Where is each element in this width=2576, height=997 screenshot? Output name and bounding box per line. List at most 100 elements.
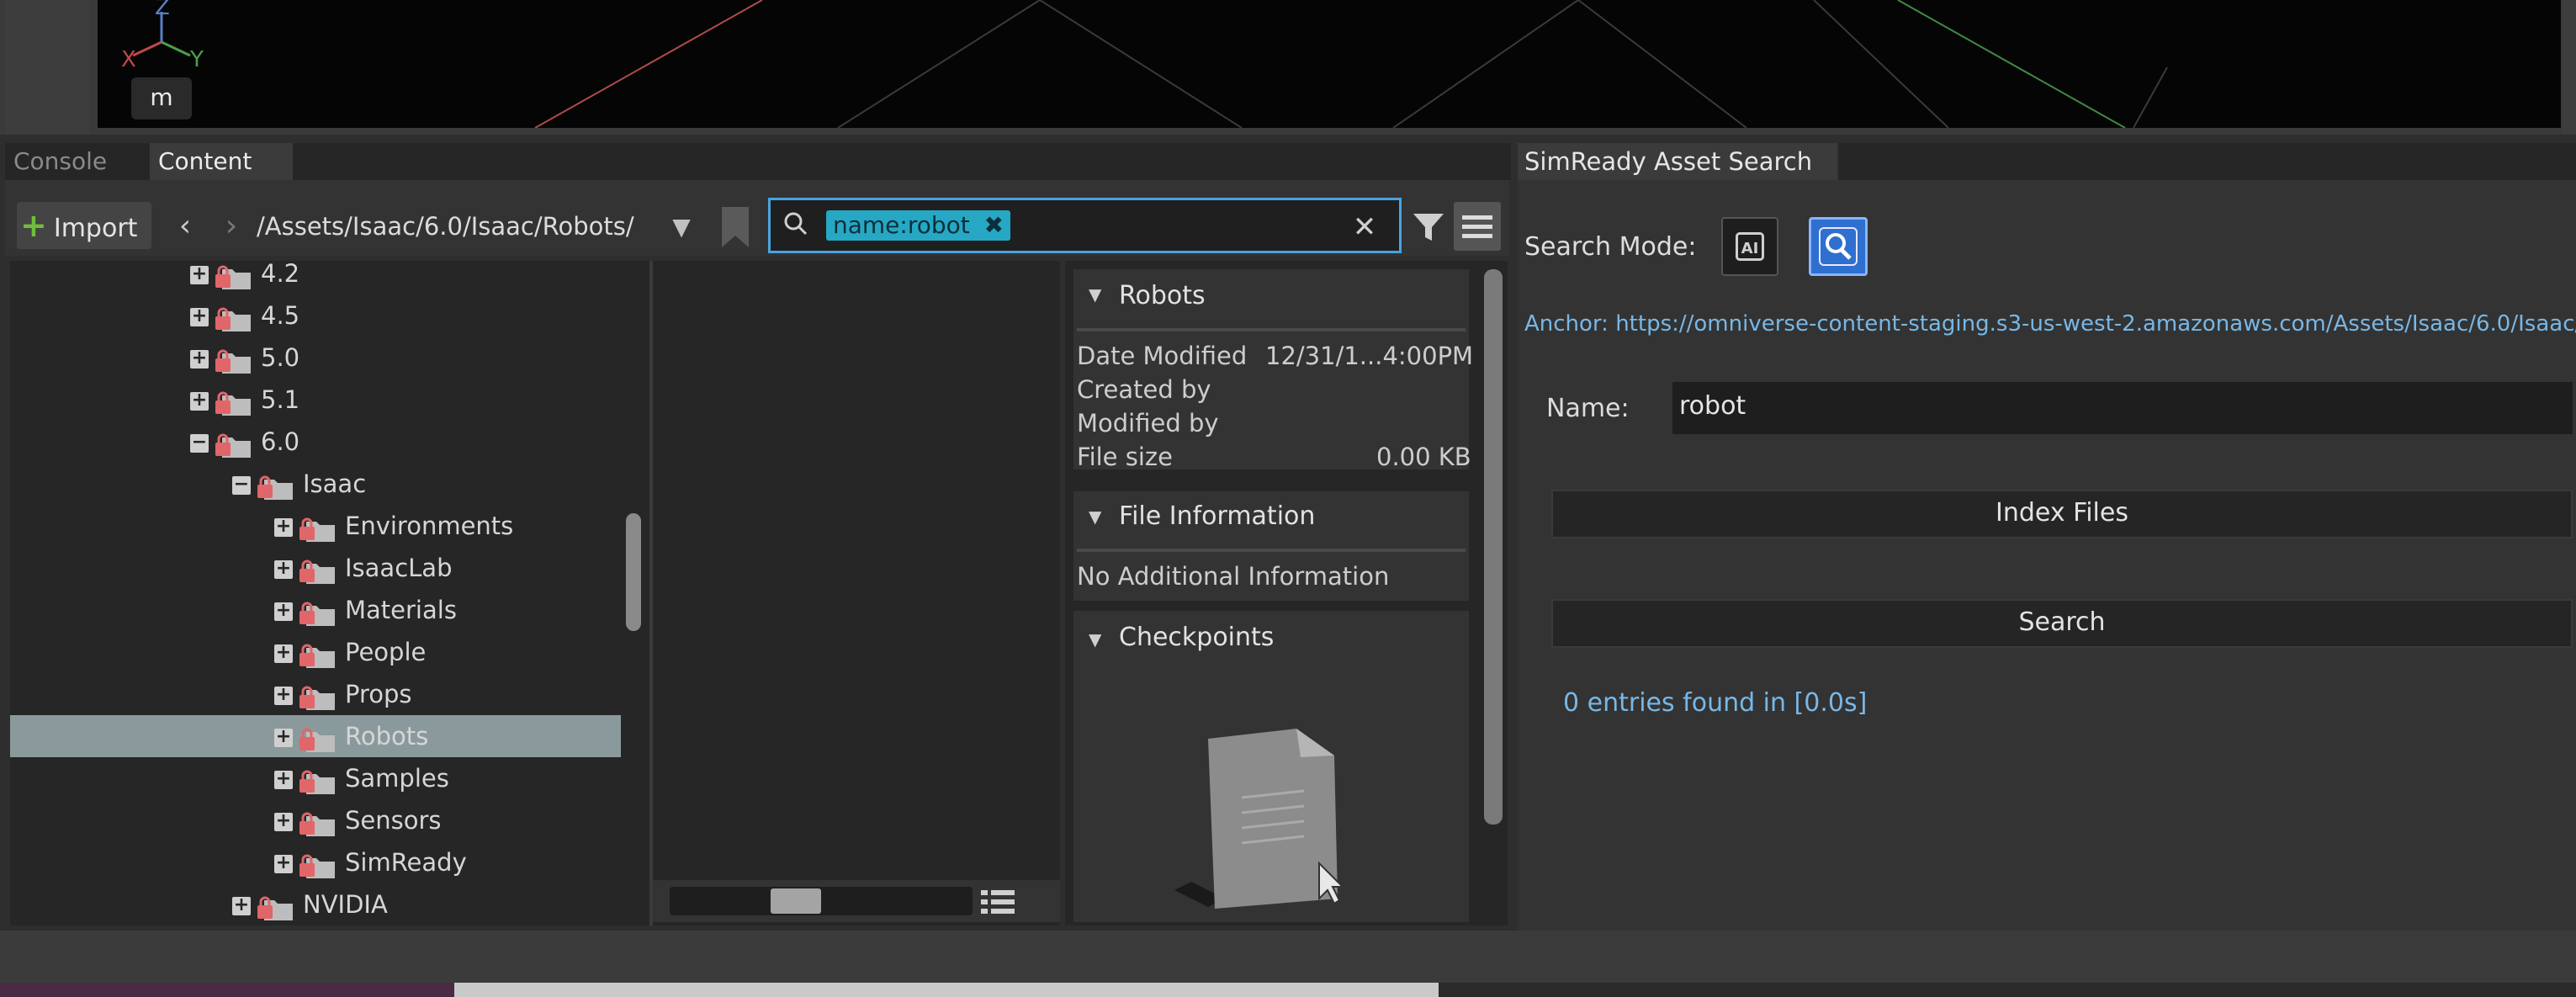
expand-icon[interactable]: + (274, 559, 293, 579)
tree-row[interactable]: + Materials (10, 589, 621, 631)
back-arrow-icon[interactable]: ‹ (168, 205, 202, 247)
desktop-background (0, 983, 454, 997)
expand-icon[interactable]: + (190, 349, 209, 369)
modified-by-label: Modified by (1077, 409, 1219, 438)
search-icon (1819, 227, 1858, 266)
locked-folder-icon (298, 682, 337, 710)
tree-row[interactable]: − 6.0 (10, 421, 621, 463)
chevron-down-icon[interactable]: ▼ (665, 210, 698, 244)
locked-folder-icon (256, 893, 294, 920)
viewport-3d[interactable] (98, 0, 2561, 128)
zoom-slider-track[interactable] (670, 887, 973, 915)
tree-row[interactable]: + People (10, 631, 621, 673)
tree-row-label: Props (345, 680, 412, 708)
tab-simready-asset-search[interactable]: SimReady Asset Search (1518, 143, 1837, 180)
search-button[interactable]: Search (1551, 599, 2573, 648)
tree-row-label: 4.5 (261, 301, 300, 330)
expand-icon[interactable]: + (232, 896, 251, 915)
locked-folder-icon (214, 304, 252, 331)
forward-arrow-icon[interactable]: › (215, 205, 248, 247)
import-button[interactable]: + Import (17, 202, 151, 249)
list-view-icon[interactable] (978, 885, 1018, 919)
index-files-button[interactable]: Index Files (1551, 490, 2573, 538)
expand-icon[interactable]: + (190, 265, 209, 284)
tree-row[interactable]: +4.5 (10, 294, 621, 337)
expand-icon[interactable]: + (274, 686, 293, 705)
tree-row[interactable]: − Isaac (10, 463, 621, 505)
tree-row[interactable]: + Sensors (10, 799, 621, 841)
tab-content[interactable]: Content (150, 143, 293, 180)
date-modified-label: Date Modified (1077, 342, 1248, 370)
tree-scrollbar[interactable] (626, 513, 641, 631)
tree-row[interactable]: +5.1 (10, 379, 621, 421)
locked-folder-icon (298, 809, 337, 836)
ai-mode-button[interactable]: AI (1721, 217, 1778, 276)
collapse-icon[interactable]: − (232, 475, 251, 495)
locked-folder-icon (298, 514, 337, 542)
section-divider (1077, 549, 1466, 552)
tree-row-label: 5.1 (261, 385, 300, 414)
folder-tree-rows: +4.2 +4.5 +5.0 +5.1−6.0− Isaac + Environments +… (10, 252, 621, 925)
expand-icon[interactable]: + (274, 602, 293, 621)
tree-row[interactable]: + Robots (10, 715, 621, 757)
desktop-background-dark (1439, 983, 2576, 997)
keyword-search-mode-button[interactable] (1809, 217, 1868, 276)
tab-console[interactable]: Console (5, 143, 148, 180)
expand-icon[interactable]: + (274, 854, 293, 873)
expand-icon[interactable]: + (190, 307, 209, 326)
collapse-arrow-icon[interactable]: ▼ (1089, 629, 1101, 650)
details-scrollbar[interactable] (1484, 269, 1503, 825)
axis-y-label: Y (190, 47, 204, 72)
results-count: 0 entries found in [0.0s] (1563, 688, 1868, 718)
collapse-icon[interactable]: − (190, 433, 209, 453)
plus-icon: + (20, 207, 47, 244)
unit-button[interactable]: m (131, 77, 192, 119)
ai-icon: AI (1736, 232, 1764, 261)
tree-row[interactable]: + Environments (10, 505, 621, 547)
options-menu-icon[interactable] (1454, 202, 1501, 251)
locked-folder-icon (214, 388, 252, 416)
locked-folder-icon (256, 472, 294, 500)
locked-folder-icon (298, 724, 337, 752)
expand-icon[interactable]: + (274, 517, 293, 537)
file-size-value: 0.00 KB (1376, 443, 1471, 471)
expand-icon[interactable]: + (274, 644, 293, 663)
tree-row[interactable]: + Samples (10, 757, 621, 799)
tree-row[interactable]: + IsaacLab (10, 547, 621, 589)
tree-row[interactable]: +4.2 (10, 252, 621, 294)
tree-row[interactable]: + SimReady (10, 841, 621, 883)
tree-row[interactable]: + NVIDIA (10, 883, 621, 925)
file-information-title[interactable]: File Information (1119, 501, 1315, 531)
collapse-arrow-icon[interactable]: ▼ (1089, 506, 1101, 527)
clear-search-icon[interactable]: ✕ (1346, 210, 1383, 244)
expand-icon[interactable]: + (190, 391, 209, 411)
name-field[interactable]: robot (1672, 382, 2573, 434)
checkpoints-title[interactable]: Checkpoints (1119, 623, 1274, 652)
path-field[interactable]: /Assets/Isaac/6.0/Isaac/Robots/ (257, 205, 660, 247)
locked-folder-icon (298, 851, 337, 878)
robots-section-title[interactable]: Robots (1119, 281, 1206, 310)
viewport-right-gutter (2563, 0, 2576, 135)
bookmark-icon[interactable] (715, 202, 757, 252)
chip-close-icon[interactable]: ✖ (984, 211, 1004, 239)
tree-row-label: Samples (345, 764, 449, 793)
search-filter-chip[interactable]: name:robot ✖ (826, 210, 1011, 241)
file-list[interactable] (653, 261, 1060, 925)
expand-icon[interactable]: + (274, 812, 293, 831)
tree-row-label: 5.0 (261, 343, 300, 372)
axis-x-label: X (121, 47, 136, 72)
document-icon (1174, 722, 1345, 919)
anchor-url[interactable]: Anchor: https://omniverse-content-stagin… (1524, 311, 2576, 337)
tree-row[interactable]: +5.0 (10, 337, 621, 379)
tree-row[interactable]: + Props (10, 673, 621, 715)
collapse-arrow-icon[interactable]: ▼ (1089, 284, 1101, 305)
axis-z-label: Z (155, 0, 170, 20)
zoom-slider-thumb[interactable] (771, 888, 821, 914)
expand-icon[interactable]: + (274, 728, 293, 747)
tree-row-label: Isaac (303, 469, 367, 498)
filter-icon[interactable] (1410, 209, 1452, 247)
expand-icon[interactable]: + (274, 770, 293, 789)
locked-folder-icon (298, 598, 337, 626)
locked-folder-icon (298, 640, 337, 668)
viewport-left-gutter (5, 0, 89, 135)
